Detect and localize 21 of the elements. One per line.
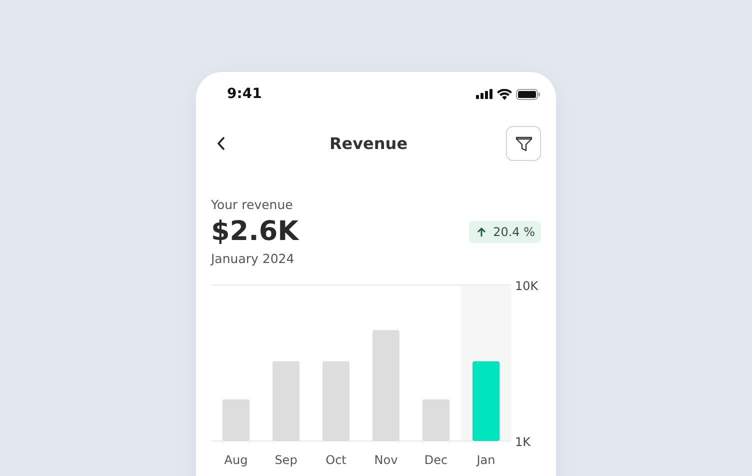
battery-icon bbox=[516, 88, 540, 100]
revenue-amount: $2.6K bbox=[211, 216, 299, 247]
revenue-label: Your revenue bbox=[211, 197, 294, 212]
change-badge: 20.4 % bbox=[469, 220, 541, 242]
month-label: Jan bbox=[476, 453, 496, 467]
filter-button[interactable] bbox=[506, 126, 541, 161]
axis-label: 1K bbox=[515, 435, 531, 449]
funnel-icon bbox=[514, 134, 532, 152]
chevron-left-icon bbox=[217, 137, 225, 150]
month-label: Dec bbox=[424, 453, 448, 467]
month-label: Nov bbox=[374, 453, 398, 467]
axis-label: 10K bbox=[515, 279, 538, 293]
month-label: Oct bbox=[326, 453, 346, 467]
arrow-up-icon bbox=[477, 226, 486, 236]
wifi-icon bbox=[497, 88, 512, 100]
status-time: 9:41 bbox=[227, 86, 262, 102]
screen-title: Revenue bbox=[329, 134, 408, 153]
signal-icon bbox=[476, 89, 493, 99]
month-label: Aug bbox=[224, 453, 248, 467]
month-label: Sep bbox=[274, 453, 298, 467]
revenue-period: January 2024 bbox=[211, 251, 296, 266]
